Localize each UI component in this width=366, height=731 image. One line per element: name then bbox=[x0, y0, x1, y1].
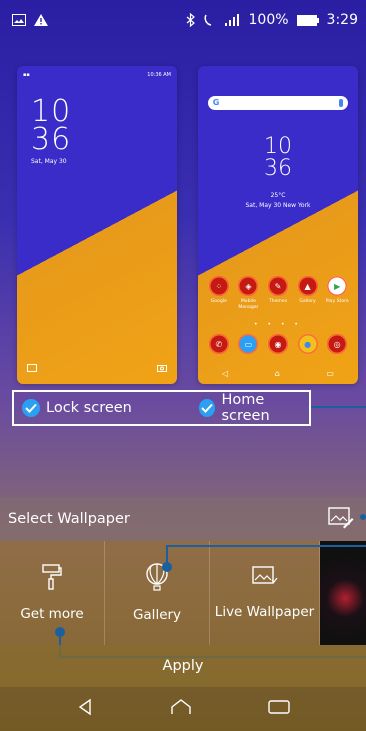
recents-icon[interactable] bbox=[268, 699, 290, 719]
app-themes: ✎ Themes bbox=[264, 276, 292, 310]
google-folder-icon: ⁘ bbox=[208, 276, 229, 296]
gallery-option[interactable]: Gallery bbox=[105, 541, 210, 645]
home-screen-preview[interactable]: G 10 36 25°C Sat, May 30 New York ⁘ Googl… bbox=[198, 66, 358, 384]
lock-screen-checkbox[interactable]: Lock screen bbox=[22, 399, 132, 417]
callout-line-targets bbox=[311, 406, 366, 408]
dock-messages: ▭ bbox=[234, 334, 262, 354]
app-row-1: ⁘ Google ◈ Mobile Manager ✎ Themes ▲ Gallery… bbox=[204, 276, 352, 310]
edit-image-icon[interactable] bbox=[328, 507, 354, 533]
mini-status-time: 10:36 AM bbox=[147, 72, 171, 78]
lock-minute: 36 bbox=[31, 122, 72, 157]
bluetooth-icon bbox=[186, 13, 195, 27]
search-widget: G bbox=[208, 96, 348, 110]
live-wallpaper-label: Live Wallpaper bbox=[214, 604, 315, 620]
home-clock: 10 36 bbox=[198, 136, 358, 180]
mini-recents-icon: ▭ bbox=[326, 369, 334, 378]
google-g-icon: G bbox=[212, 98, 220, 107]
app-label: Gallery bbox=[299, 299, 316, 304]
dock-phone: ✆ bbox=[205, 334, 233, 354]
mini-signal-icon: ▪▪ bbox=[23, 72, 30, 78]
checkmark-icon bbox=[22, 399, 40, 417]
dock-camera: ◎ bbox=[323, 334, 351, 354]
camera-app-icon: ◉ bbox=[267, 334, 288, 354]
callout-line-gallery bbox=[166, 545, 366, 547]
wallpaper-thumbnail[interactable] bbox=[320, 541, 366, 645]
gallery-icon: ▲ bbox=[297, 276, 318, 296]
signal-icon bbox=[224, 14, 241, 26]
navigation-bar bbox=[0, 687, 366, 731]
get-more-option[interactable]: Get more bbox=[0, 541, 105, 645]
page-indicator: • • • • bbox=[254, 321, 302, 328]
lock-date: Sat, May 30 bbox=[31, 158, 67, 165]
camera-icon: ◎ bbox=[327, 334, 348, 354]
lock-shortcuts bbox=[27, 357, 167, 376]
battery-icon bbox=[296, 14, 319, 26]
mini-home-icon: ⌂ bbox=[274, 369, 280, 378]
apply-label: Apply bbox=[162, 658, 204, 674]
select-wallpaper-title: Select Wallpaper bbox=[8, 511, 130, 527]
dock-row: ✆ ▭ ◉ ● ◎ bbox=[204, 334, 352, 354]
wifi-calling-icon bbox=[203, 13, 217, 27]
checkmark-icon bbox=[199, 399, 216, 417]
lock-camera-icon bbox=[157, 357, 167, 376]
dock-camera-app: ◉ bbox=[264, 334, 292, 354]
status-bar: 100% 3:29 bbox=[0, 0, 366, 40]
get-more-label: Get more bbox=[20, 606, 84, 622]
home-hour: 10 bbox=[264, 134, 292, 159]
gallery-label: Gallery bbox=[132, 607, 182, 623]
home-weather: 25°C bbox=[270, 192, 286, 199]
play-store-icon: ▶ bbox=[327, 276, 348, 296]
paint-roller-icon bbox=[41, 564, 63, 594]
back-icon[interactable] bbox=[76, 698, 94, 720]
app-label: Themes bbox=[268, 299, 288, 304]
app-google: ⁘ Google bbox=[205, 276, 233, 310]
messages-icon: ▭ bbox=[238, 334, 259, 354]
home-icon[interactable] bbox=[170, 698, 192, 720]
lock-screen-preview[interactable]: ▪▪ 10:36 AM 10 36 Sat, May 30 bbox=[17, 66, 177, 384]
mini-back-icon: ◁ bbox=[222, 369, 229, 378]
image-notification-icon bbox=[12, 14, 26, 26]
mini-nav-bar: ◁ ⌂ ▭ bbox=[222, 369, 334, 378]
app-mobile-manager: ◈ Mobile Manager bbox=[234, 276, 262, 310]
app-label: Google bbox=[210, 299, 227, 304]
battery-percent: 100% bbox=[248, 12, 289, 28]
dock-chrome: ● bbox=[294, 334, 322, 354]
app-label: Play Store bbox=[325, 299, 349, 304]
chrome-icon: ● bbox=[297, 334, 318, 354]
mini-status-bar: ▪▪ 10:36 AM bbox=[23, 72, 171, 82]
home-screen-checkbox[interactable]: Home screen bbox=[199, 392, 309, 424]
app-play-store: ▶ Play Store bbox=[323, 276, 351, 310]
clock: 3:29 bbox=[326, 12, 358, 28]
callout-dot-gallery bbox=[162, 562, 172, 572]
home-screen-label: Home screen bbox=[221, 392, 270, 424]
wallpaper-target-selector: Lock screen Home screen bbox=[12, 390, 311, 426]
callout-dot-edit bbox=[360, 514, 366, 520]
mobile-manager-icon: ◈ bbox=[238, 276, 259, 296]
home-minute: 36 bbox=[264, 156, 292, 181]
mic-icon bbox=[339, 99, 343, 107]
lock-clock: 10 36 bbox=[31, 97, 72, 157]
lock-left-shortcut-icon bbox=[27, 357, 37, 376]
live-wallpaper-icon bbox=[251, 566, 278, 592]
select-wallpaper-bar: Select Wallpaper bbox=[0, 497, 366, 541]
home-date: Sat, May 30 New York bbox=[245, 202, 311, 209]
live-wallpaper-option[interactable]: Live Wallpaper bbox=[210, 541, 320, 645]
warning-icon bbox=[34, 14, 48, 26]
app-label: Mobile Manager bbox=[238, 299, 259, 310]
app-gallery: ▲ Gallery bbox=[294, 276, 322, 310]
lock-screen-label: Lock screen bbox=[46, 400, 132, 416]
apply-button[interactable]: Apply bbox=[0, 645, 366, 687]
phone-icon: ✆ bbox=[208, 334, 229, 354]
themes-icon: ✎ bbox=[267, 276, 288, 296]
